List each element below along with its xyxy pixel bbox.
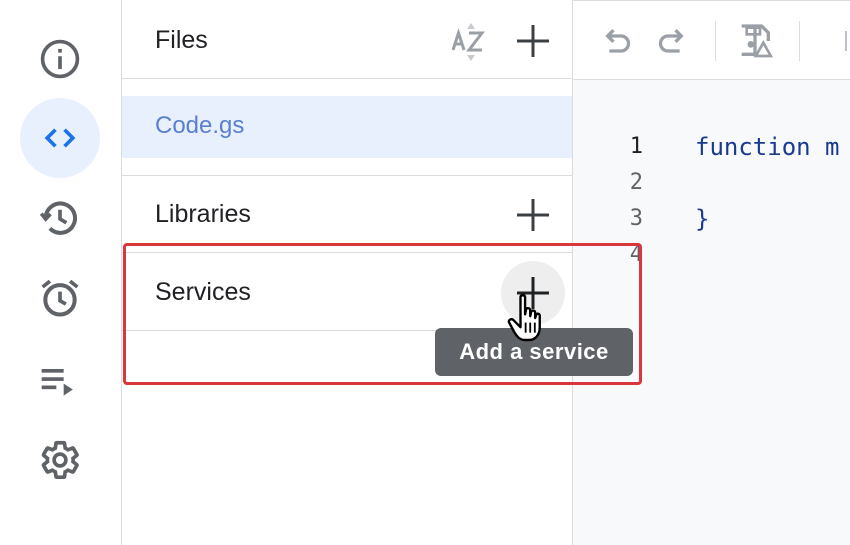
- line-number: 3: [629, 206, 643, 231]
- toolbar-icon-partial: [845, 31, 847, 51]
- divider: [122, 175, 572, 176]
- files-title: Files: [155, 26, 208, 54]
- add-file-button[interactable]: [515, 23, 551, 59]
- line-number: 1: [629, 134, 643, 159]
- playlist-play-icon: [41, 369, 73, 396]
- plus-icon: [517, 199, 549, 231]
- history-icon: [39, 201, 78, 235]
- left-rail: [0, 0, 122, 545]
- executions-button[interactable]: [20, 340, 100, 420]
- sort-az-icon[interactable]: [449, 20, 493, 64]
- divider: [122, 78, 572, 79]
- settings-button[interactable]: [20, 420, 100, 500]
- add-library-button[interactable]: [515, 197, 551, 233]
- redo-icon[interactable]: [653, 21, 693, 61]
- code-line: }: [695, 205, 710, 233]
- file-item-code-gs[interactable]: Code.gs: [122, 96, 572, 158]
- gear-icon: [41, 440, 79, 480]
- undo-icon[interactable]: [596, 21, 636, 61]
- editor-button[interactable]: [20, 98, 100, 178]
- alarm-icon: [41, 279, 79, 317]
- editor-toolbar: [573, 1, 850, 80]
- file-label: Code.gs: [155, 112, 245, 139]
- libraries-title: Libraries: [155, 200, 251, 228]
- overview-button[interactable]: [20, 19, 100, 99]
- save-icon[interactable]: [735, 21, 775, 61]
- code-icon: [44, 128, 76, 148]
- info-icon: [40, 39, 80, 79]
- code-line: function m: [695, 133, 840, 161]
- toolbar-separator: [715, 21, 716, 61]
- executions-history-button[interactable]: [20, 178, 100, 258]
- triggers-button[interactable]: [20, 258, 100, 338]
- plus-icon: [517, 25, 549, 57]
- hand-cursor-icon: [507, 294, 541, 342]
- line-number: 2: [629, 170, 643, 195]
- toolbar-separator: [799, 21, 800, 61]
